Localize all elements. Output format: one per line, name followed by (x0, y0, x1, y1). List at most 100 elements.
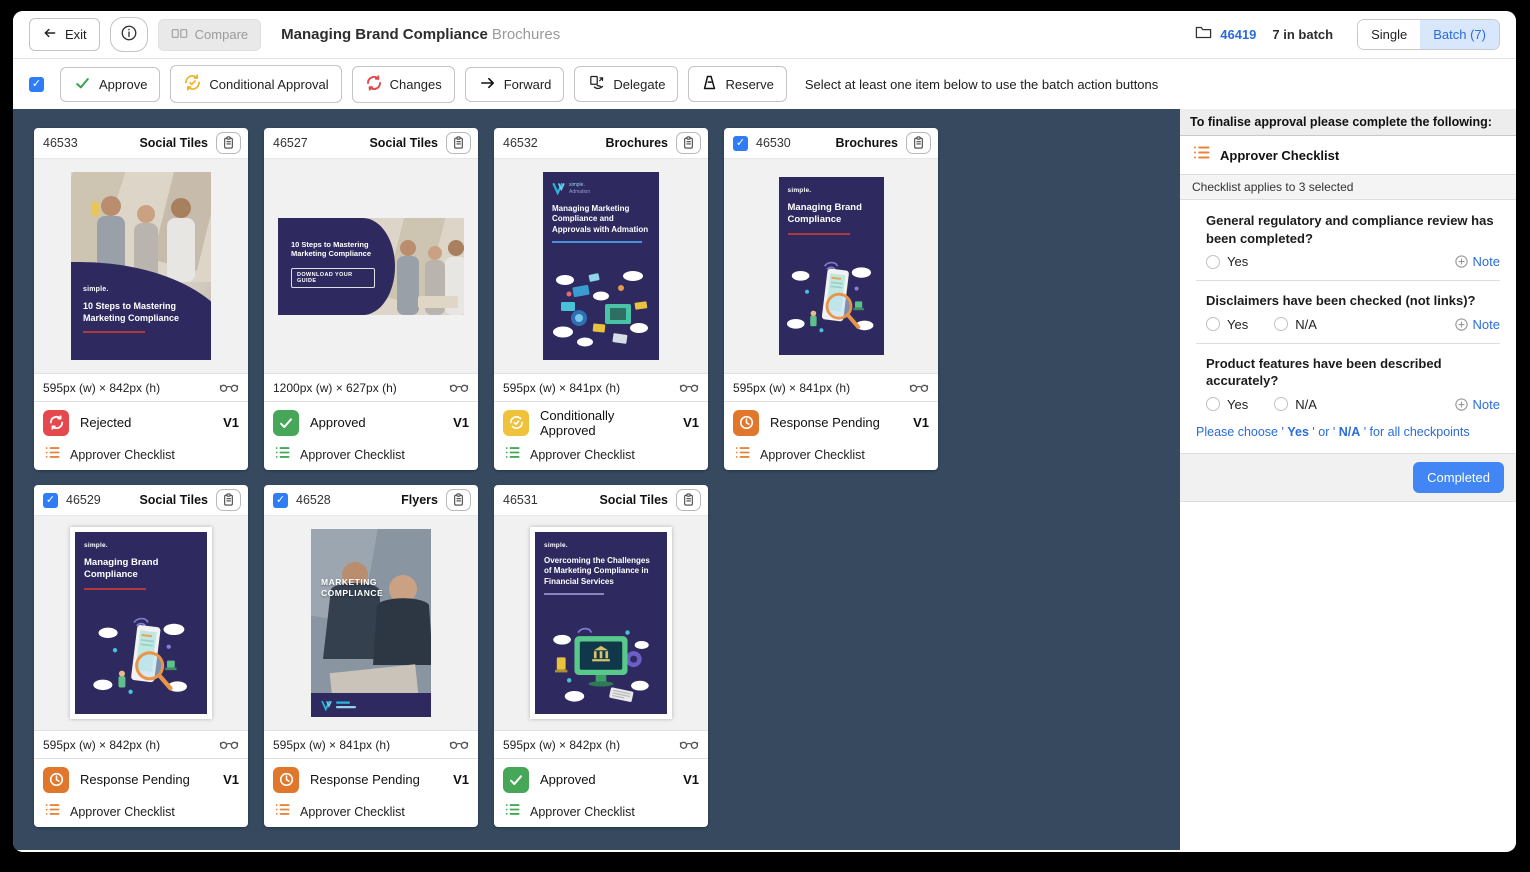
checklist-footer: Completed (1180, 453, 1516, 502)
batch-action-hint: Select at least one item below to use th… (805, 77, 1158, 92)
approver-checklist-link[interactable]: Approver Checklist (494, 800, 708, 827)
card-thumbnail[interactable]: MARKETING COMPLIANCE (264, 515, 478, 730)
status-approved-icon (273, 410, 299, 436)
card-status-row: Rejected V1 (34, 401, 248, 443)
reserve-button[interactable]: Reserve (688, 66, 786, 102)
batch-id-link[interactable]: 46419 (1220, 27, 1256, 42)
na-radio[interactable] (1274, 317, 1288, 331)
batch-info: 46419 7 in batch (1195, 25, 1333, 45)
tile-title: Managing Brand Compliance (84, 557, 198, 582)
glasses-icon[interactable] (679, 382, 699, 393)
card-status-row: Conditionally Approved V1 (494, 401, 708, 443)
add-note-link[interactable]: Note (1454, 397, 1500, 412)
approver-checklist-link[interactable]: Approver Checklist (724, 443, 938, 470)
clipboard-icon[interactable] (446, 132, 471, 154)
plus-circle-icon (1454, 317, 1469, 332)
card-checkbox[interactable] (43, 493, 58, 508)
dimensions-text: 595px (w) × 842px (h) (43, 381, 160, 395)
glasses-icon[interactable] (679, 739, 699, 750)
card-thumbnail[interactable]: simple. 10 Steps to Mastering Marketing … (34, 158, 248, 373)
version-label: V1 (453, 415, 469, 430)
clipboard-icon[interactable] (676, 132, 701, 154)
list-icon (44, 802, 61, 822)
add-note-link[interactable]: Note (1454, 317, 1500, 332)
status-label: Response Pending (80, 772, 190, 787)
card-header: 46531 Social Tiles (494, 485, 708, 515)
card-thumbnail[interactable]: simple. Managing Brand Compliance (34, 515, 248, 730)
card-thumbnail[interactable]: 10 Steps to Mastering Marketing Complian… (264, 158, 478, 373)
conditional-approval-label: Conditional Approval (209, 77, 328, 92)
yes-radio[interactable] (1206, 317, 1220, 331)
approver-checklist-sidebar: To finalise approval please complete the… (1180, 109, 1516, 850)
status-response-pending-icon (43, 767, 69, 793)
conditional-approval-button[interactable]: Conditional Approval (170, 65, 341, 103)
delegate-button[interactable]: Delegate (574, 66, 678, 102)
glasses-icon[interactable] (449, 382, 469, 393)
batch-action-bar: Approve Conditional Approval Changes For… (13, 59, 1516, 109)
list-icon (504, 445, 521, 465)
card-type-label: Social Tiles (139, 493, 208, 507)
option-label: Yes (1227, 397, 1248, 412)
clipboard-icon[interactable] (216, 132, 241, 154)
version-label: V1 (683, 772, 699, 787)
approver-checklist-link[interactable]: Approver Checklist (34, 443, 248, 470)
changes-button[interactable]: Changes (352, 66, 455, 103)
na-radio[interactable] (1274, 397, 1288, 411)
view-mode-toggle: Single Batch (7) (1357, 19, 1500, 50)
approver-checklist-link[interactable]: Approver Checklist (264, 800, 478, 827)
title-underline (83, 331, 145, 333)
magnifier-illustration (779, 251, 884, 347)
batch-view-button[interactable]: Batch (7) (1420, 20, 1499, 49)
card-checkbox[interactable] (733, 136, 748, 151)
status-label: Rejected (80, 415, 131, 430)
card-checkbox[interactable] (273, 493, 288, 508)
card-dimensions-row: 595px (w) × 841px (h) (724, 373, 938, 401)
clipboard-icon[interactable] (906, 132, 931, 154)
approver-checklist-link[interactable]: Approver Checklist (34, 800, 248, 827)
clipboard-icon[interactable] (446, 489, 471, 511)
brand-sub-text: Admation (569, 189, 590, 196)
approver-checklist-link[interactable]: Approver Checklist (264, 443, 478, 470)
thumbnail-image: 10 Steps to Mastering Marketing Complian… (278, 218, 464, 315)
card-thumbnail[interactable]: simple. Overcoming the Challenges of Mar… (494, 515, 708, 730)
card-thumbnail[interactable]: simple. Admation Managing Marketing Comp… (494, 158, 708, 373)
question-text: Disclaimers have been checked (not links… (1196, 292, 1500, 310)
clipboard-icon[interactable] (676, 489, 701, 511)
admation-wordmark (335, 700, 361, 710)
yes-radio[interactable] (1206, 255, 1220, 269)
status-approved-icon (503, 767, 529, 793)
card-type-label: Social Tiles (139, 136, 208, 150)
checklist-question: Disclaimers have been checked (not links… (1196, 292, 1500, 332)
green-check-icon (73, 75, 92, 94)
glasses-icon[interactable] (909, 382, 929, 393)
info-button[interactable] (110, 17, 148, 52)
approver-checklist-link[interactable]: Approver Checklist (494, 443, 708, 470)
tile-title: Overcoming the Challenges of Marketing C… (544, 556, 658, 587)
approve-button[interactable]: Approve (60, 67, 160, 102)
checklist-label: Approver Checklist (300, 805, 405, 819)
status-label: Response Pending (310, 772, 420, 787)
exit-button[interactable]: Exit (29, 18, 100, 51)
forward-button[interactable]: Forward (465, 67, 565, 102)
completed-button[interactable]: Completed (1413, 462, 1504, 493)
forward-label: Forward (504, 77, 552, 92)
card-status-row: Approved V1 (264, 401, 478, 443)
compare-button[interactable]: Compare (158, 19, 261, 51)
glasses-icon[interactable] (219, 739, 239, 750)
card-id: 46528 (296, 493, 331, 507)
card-thumbnail[interactable]: simple. Managing Brand Compliance (724, 158, 938, 373)
status-conditionally-approved-icon (503, 410, 529, 436)
glasses-icon[interactable] (449, 739, 469, 750)
card-id: 46527 (273, 136, 308, 150)
glasses-icon[interactable] (219, 382, 239, 393)
clipboard-icon[interactable] (216, 489, 241, 511)
add-note-link[interactable]: Note (1454, 254, 1500, 269)
asset-card-46532: 46532 Brochures simple. Admation (494, 128, 708, 470)
admation-logo: simple. Admation (552, 182, 650, 195)
single-view-button[interactable]: Single (1358, 20, 1420, 49)
brand-logo-text: simple. (84, 542, 198, 549)
select-all-checkbox[interactable] (29, 77, 44, 92)
asset-card-46527: 46527 Social Tiles (264, 128, 478, 470)
question-text: General regulatory and compliance review… (1196, 212, 1500, 247)
yes-radio[interactable] (1206, 397, 1220, 411)
